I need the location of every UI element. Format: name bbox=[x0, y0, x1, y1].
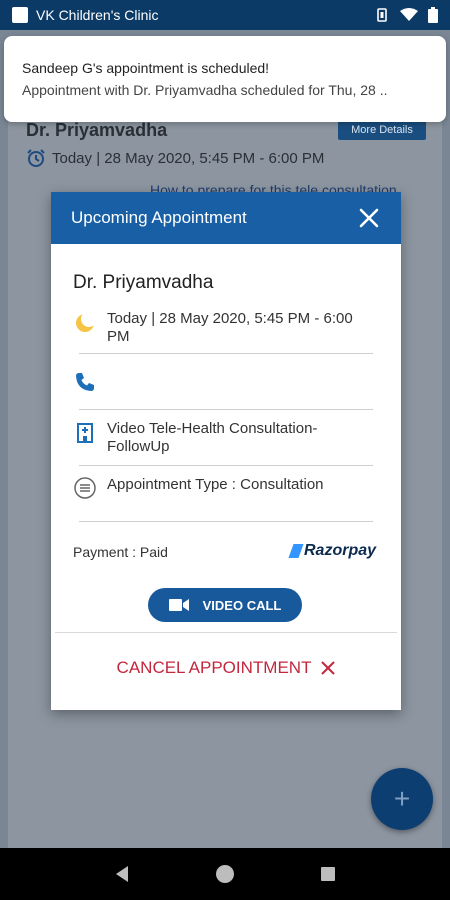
razorpay-logo: Razorpay bbox=[288, 542, 377, 560]
dialog-title: Upcoming Appointment bbox=[71, 208, 247, 227]
appointment-type-row: Appointment Type : Consultation bbox=[73, 476, 373, 500]
status-app-name: VK Children's Clinic bbox=[36, 7, 159, 23]
bg-datetime-row: Today | 28 May 2020, 5:45 PM - 6:00 PM bbox=[26, 148, 324, 168]
video-call-label: VIDEO CALL bbox=[202, 597, 282, 613]
navigation-bar bbox=[0, 848, 450, 900]
divider bbox=[55, 632, 397, 633]
hospital-icon bbox=[77, 423, 93, 443]
razorpay-mark bbox=[288, 544, 304, 558]
video-camera-icon bbox=[168, 599, 189, 611]
cancel-appointment-label: CANCEL APPOINTMENT bbox=[116, 658, 312, 677]
divider bbox=[79, 353, 373, 354]
plus-icon: + bbox=[393, 783, 411, 814]
divider bbox=[79, 409, 373, 410]
doctor-name: Dr. Priyamvadha bbox=[73, 272, 214, 293]
add-appointment-fab[interactable]: + bbox=[371, 768, 433, 830]
phone-icon bbox=[76, 373, 94, 391]
appointment-datetime: Today | 28 May 2020, 5:45 PM - 6:00 PM bbox=[107, 310, 353, 345]
status-bar: VK Children's Clinic bbox=[0, 0, 450, 30]
recents-icon[interactable] bbox=[316, 862, 340, 886]
service-row: Video Tele-Health Consultation-FollowUp bbox=[73, 420, 373, 456]
service-name: Video Tele-Health Consultation-FollowUp bbox=[107, 420, 318, 455]
moon-icon bbox=[76, 311, 97, 332]
cancel-appointment-button[interactable]: CANCEL APPOINTMENT bbox=[51, 658, 401, 678]
back-icon[interactable] bbox=[110, 862, 134, 886]
upcoming-appointment-dialog: Upcoming Appointment Dr. Priyamvadha Tod… bbox=[51, 192, 401, 710]
app-icon bbox=[12, 7, 28, 23]
phone-row bbox=[73, 370, 373, 394]
razorpay-text: Razorpay bbox=[304, 542, 377, 559]
payment-status: Payment : Paid bbox=[73, 544, 168, 560]
dialog-header: Upcoming Appointment bbox=[51, 192, 401, 244]
wifi-icon bbox=[400, 8, 418, 21]
status-icons bbox=[374, 7, 438, 23]
bg-doctor-name: Dr. Priyamvadha bbox=[26, 120, 168, 140]
battery-icon bbox=[428, 7, 438, 23]
home-icon[interactable] bbox=[213, 862, 237, 886]
appointment-type: Appointment Type : Consultation bbox=[107, 476, 324, 493]
more-details-button[interactable]: More Details bbox=[338, 120, 426, 140]
alarm-clock-icon bbox=[27, 149, 45, 167]
notification-title: Sandeep G's appointment is scheduled! bbox=[22, 60, 270, 76]
notification-body: Appointment with Dr. Priyamvadha schedul… bbox=[22, 82, 388, 98]
list-icon bbox=[74, 477, 96, 499]
bg-datetime: Today | 28 May 2020, 5:45 PM - 6:00 PM bbox=[52, 149, 325, 167]
vibrate-icon bbox=[377, 8, 387, 22]
divider bbox=[79, 521, 373, 522]
video-call-button[interactable]: VIDEO CALL bbox=[148, 588, 302, 622]
close-icon[interactable] bbox=[357, 206, 381, 230]
notification[interactable]: Sandeep G's appointment is scheduled! Ap… bbox=[4, 36, 446, 122]
close-icon bbox=[321, 661, 336, 675]
datetime-row: Today | 28 May 2020, 5:45 PM - 6:00 PM bbox=[73, 310, 373, 346]
divider bbox=[79, 465, 373, 466]
